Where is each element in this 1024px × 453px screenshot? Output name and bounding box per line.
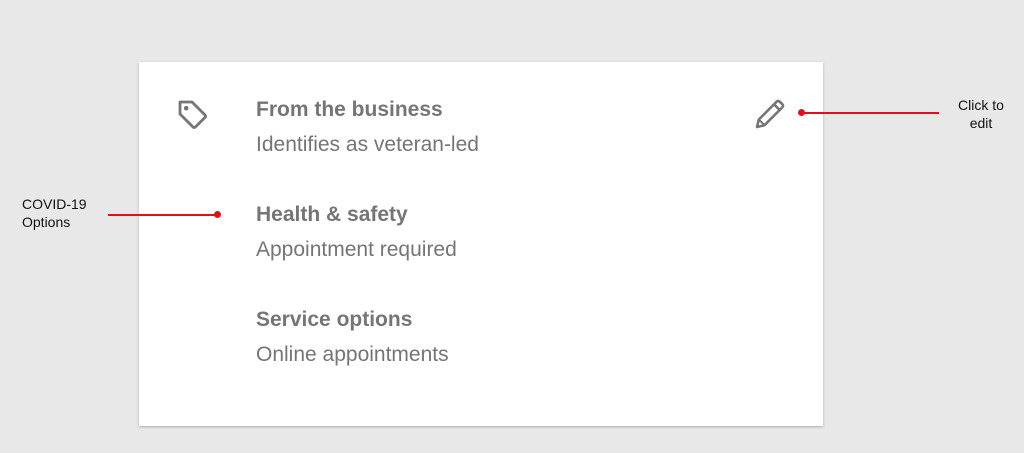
- annotation-arrow-left: [108, 214, 218, 216]
- annotation-line: Options: [22, 214, 71, 230]
- annotation-covid-options: COVID-19 Options: [22, 195, 112, 231]
- attribute-value: Identifies as veteran-led: [256, 133, 479, 156]
- annotation-arrow-dot-left: [214, 211, 221, 218]
- attribute-value: Appointment required: [256, 238, 457, 261]
- pencil-edit-icon[interactable]: [750, 94, 790, 134]
- attribute-value: Online appointments: [256, 343, 449, 366]
- attribute-title: Service options: [256, 308, 413, 331]
- attribute-health-safety: Health & safety Appointment required: [256, 202, 457, 263]
- annotation-arrow-right: [802, 112, 939, 114]
- business-attributes-card: [139, 62, 823, 426]
- attribute-from-the-business: From the business Identifies as veteran-…: [256, 97, 479, 158]
- annotation-line: Click to: [958, 97, 1004, 113]
- annotation-click-to-edit: Click to edit: [946, 96, 1016, 132]
- page: From the business Identifies as veteran-…: [0, 0, 1024, 453]
- annotation-line: COVID-19: [22, 196, 87, 212]
- annotation-line: edit: [969, 115, 993, 131]
- attribute-service-options: Service options Online appointments: [256, 307, 449, 368]
- attribute-title: Health & safety: [256, 203, 408, 226]
- attribute-title: From the business: [256, 98, 443, 121]
- tag-icon: [178, 100, 207, 129]
- annotation-arrow-dot-right: [798, 109, 805, 116]
